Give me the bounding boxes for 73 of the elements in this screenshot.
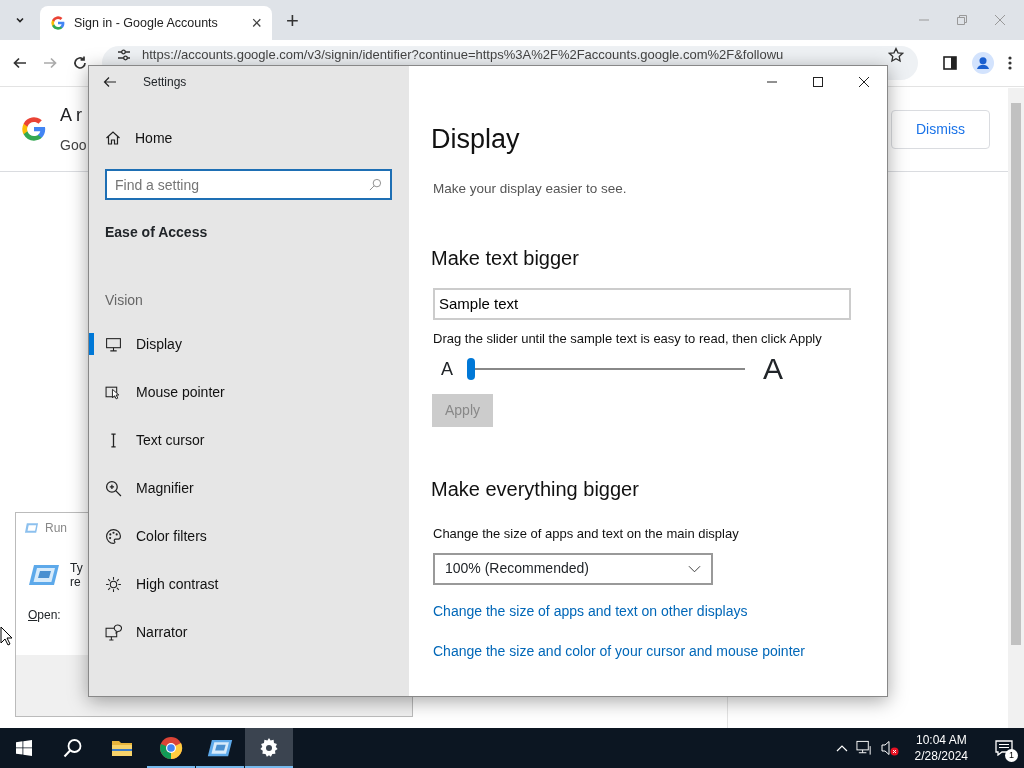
slider-hint: Drag the slider until the sample text is easy to read, then click Apply — [433, 329, 823, 348]
url-text: https://accounts.google.com/v3/signin/identifier?continue=https%3A%2F%2Faccounts.google.com%2F&followu — [142, 47, 785, 62]
magnifier-icon — [105, 479, 122, 497]
chevron-up-icon[interactable] — [835, 744, 848, 752]
clock[interactable]: 10:04 AM 2/28/2024 — [914, 731, 968, 765]
back-icon[interactable] — [12, 55, 28, 71]
close-icon — [858, 76, 870, 88]
open-label: Open: — [28, 606, 62, 624]
notification-count: 1 — [1005, 749, 1018, 762]
nav-item[interactable]: Magnifier — [89, 464, 409, 512]
folder-icon — [111, 739, 133, 757]
section-heading: Make text bigger — [431, 245, 580, 270]
maximize-icon — [812, 76, 824, 88]
section-heading: Make everything bigger — [431, 477, 640, 502]
google-logo-icon — [20, 115, 48, 143]
scale-dropdown[interactable]: 100% (Recommended) — [433, 552, 713, 585]
close-tab-button[interactable]: × — [251, 14, 262, 32]
sample-text-field[interactable]: Sample text — [433, 287, 851, 320]
nav-item[interactable]: Color filters — [89, 512, 409, 560]
menu-icon[interactable] — [1008, 55, 1012, 71]
network-icon[interactable] — [855, 740, 873, 756]
tab-title: Sign in - Google Accounts — [74, 14, 219, 32]
taskbar-button[interactable] — [245, 728, 293, 768]
caret-icon — [15, 15, 25, 25]
run-icon — [24, 522, 39, 534]
profile-avatar[interactable] — [972, 52, 994, 74]
dialog-title: Run — [45, 520, 67, 537]
page-heading: A r — [60, 104, 83, 127]
new-tab-button[interactable]: + — [286, 10, 299, 32]
reload-icon[interactable] — [72, 55, 88, 71]
home-link[interactable]: Home — [89, 114, 409, 162]
run-program-icon — [28, 564, 60, 587]
small-text-label: A — [441, 357, 453, 381]
group-label: Vision — [105, 291, 144, 310]
display-icon — [105, 335, 122, 353]
slider-thumb[interactable] — [467, 358, 475, 381]
nav-item[interactable]: Display — [89, 320, 409, 368]
page-subtitle: Make your display easier to see. — [433, 180, 628, 199]
side-panel-icon[interactable] — [942, 55, 958, 71]
nav-item[interactable]: Text cursor — [89, 416, 409, 464]
dialog-text: re — [70, 575, 82, 590]
search-field[interactable]: Find a setting — [105, 169, 392, 200]
large-text-label: A — [763, 354, 784, 385]
dropdown-label: Change the size of apps and text on the main display — [433, 525, 740, 544]
home-icon — [105, 130, 121, 146]
gear-icon — [259, 738, 279, 758]
google-logo-icon — [50, 15, 66, 31]
settings-link[interactable]: Change the size of apps and text on other displays — [433, 600, 748, 622]
chrome-icon — [159, 736, 183, 760]
section-heading: Ease of Access — [105, 223, 209, 242]
run-icon — [207, 739, 233, 757]
windows-logo-icon — [16, 740, 32, 756]
back-icon[interactable] — [103, 76, 117, 88]
page-title: Display — [431, 123, 521, 156]
nav-item[interactable]: Mouse pointer — [89, 368, 409, 416]
nav-item[interactable]: Narrator — [89, 608, 409, 656]
notification-center-button[interactable]: 1 — [984, 728, 1024, 768]
star-icon[interactable] — [888, 47, 904, 63]
narrator-icon — [105, 623, 122, 641]
sun-icon — [105, 575, 122, 593]
browser-tab[interactable]: Sign in - Google Accounts × — [40, 6, 272, 40]
page-subtext: Goo — [60, 136, 87, 155]
dialog-text: Ty — [70, 561, 83, 576]
scrollbar[interactable] — [1008, 88, 1024, 728]
palette-icon — [105, 527, 122, 545]
search-icon[interactable] — [369, 178, 382, 191]
muted-speaker-icon[interactable] — [880, 740, 899, 756]
nav-item[interactable]: High contrast — [89, 560, 409, 608]
search-icon — [63, 738, 83, 758]
dismiss-button[interactable]: Dismiss — [891, 109, 990, 149]
chevron-down-icon — [688, 564, 701, 573]
settings-link[interactable]: Change the size and color of your cursor and mouse pointer — [433, 640, 805, 662]
notification-icon — [995, 740, 1013, 756]
